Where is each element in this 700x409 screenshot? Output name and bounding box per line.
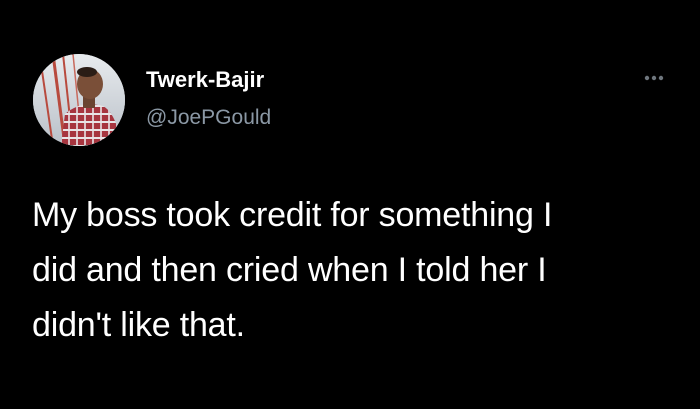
more-options-button[interactable] xyxy=(636,70,672,86)
tweet-text: My boss took credit for something I did … xyxy=(32,188,672,353)
author-display-name[interactable]: Twerk-Bajir xyxy=(146,67,264,93)
tweet-card: Twerk-Bajir @JoePGould My boss took cred… xyxy=(0,0,700,409)
avatar[interactable] xyxy=(33,54,125,146)
user-avatar-photo-icon xyxy=(33,54,125,146)
tweet-text-line: didn't like that. xyxy=(32,306,245,344)
author-handle[interactable]: @JoePGould xyxy=(146,106,271,130)
tweet-text-line: My boss took credit for something I xyxy=(32,196,553,234)
tweet-text-line: did and then cried when I told her I xyxy=(32,251,547,289)
more-horizontal-icon xyxy=(644,75,664,81)
